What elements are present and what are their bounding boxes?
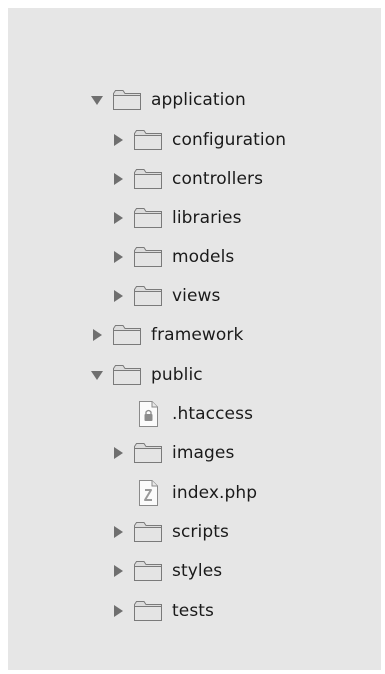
tree-item-models[interactable]: models	[111, 241, 234, 273]
collapsed-triangle-icon[interactable]	[111, 211, 125, 225]
tree-item-label: public	[151, 365, 203, 385]
file-tree-panel: application configuration controllers li…	[8, 8, 381, 670]
tree-item-public[interactable]: public	[90, 359, 203, 391]
collapsed-triangle-icon[interactable]	[111, 133, 125, 147]
collapsed-triangle-icon[interactable]	[90, 328, 104, 342]
locked-file-icon	[133, 401, 163, 427]
folder-icon	[133, 559, 163, 583]
folder-icon	[133, 441, 163, 465]
expanded-triangle-icon[interactable]	[90, 368, 104, 382]
folder-icon	[112, 363, 142, 387]
tree-item-tests[interactable]: tests	[111, 595, 214, 627]
folder-icon	[112, 323, 142, 347]
collapsed-triangle-icon[interactable]	[111, 525, 125, 539]
folder-icon	[133, 245, 163, 269]
tree-item-label: views	[172, 286, 221, 306]
tree-item-label: application	[151, 90, 246, 110]
php-file-icon	[133, 480, 163, 506]
tree-item-configuration[interactable]: configuration	[111, 124, 286, 156]
tree-item-views[interactable]: views	[111, 280, 221, 312]
tree-item-label: libraries	[172, 208, 242, 228]
collapsed-triangle-icon[interactable]	[111, 604, 125, 618]
tree-item-label: .htaccess	[172, 404, 254, 424]
tree-item-label: styles	[172, 561, 223, 581]
collapsed-triangle-icon[interactable]	[111, 289, 125, 303]
tree-item-framework[interactable]: framework	[90, 319, 243, 351]
tree-item-index-php[interactable]: index.php	[111, 477, 257, 509]
folder-icon	[133, 520, 163, 544]
tree-item-label: tests	[172, 601, 215, 621]
folder-icon	[133, 599, 163, 623]
tree-item-label: index.php	[172, 483, 258, 503]
tree-item-scripts[interactable]: scripts	[111, 516, 229, 548]
tree-item-label: images	[172, 443, 235, 463]
tree-item-images[interactable]: images	[111, 437, 234, 469]
collapsed-triangle-icon[interactable]	[111, 250, 125, 264]
folder-icon	[133, 206, 163, 230]
folder-icon	[112, 88, 142, 112]
folder-icon	[133, 167, 163, 191]
tree-item-label: framework	[151, 325, 244, 345]
collapsed-triangle-icon[interactable]	[111, 172, 125, 186]
expanded-triangle-icon[interactable]	[90, 93, 104, 107]
tree-item-label: scripts	[172, 522, 229, 542]
tree-item-libraries[interactable]: libraries	[111, 202, 242, 234]
collapsed-triangle-icon[interactable]	[111, 564, 125, 578]
collapsed-triangle-icon[interactable]	[111, 446, 125, 460]
tree-item-label: models	[172, 247, 235, 267]
tree-item-controllers[interactable]: controllers	[111, 163, 263, 195]
folder-icon	[133, 284, 163, 308]
tree-item-htaccess[interactable]: .htaccess	[111, 398, 253, 430]
tree-item-label: controllers	[172, 169, 264, 189]
folder-icon	[133, 128, 163, 152]
tree-item-label: configuration	[172, 130, 287, 150]
tree-item-styles[interactable]: styles	[111, 555, 222, 587]
tree-item-application[interactable]: application	[90, 84, 246, 116]
